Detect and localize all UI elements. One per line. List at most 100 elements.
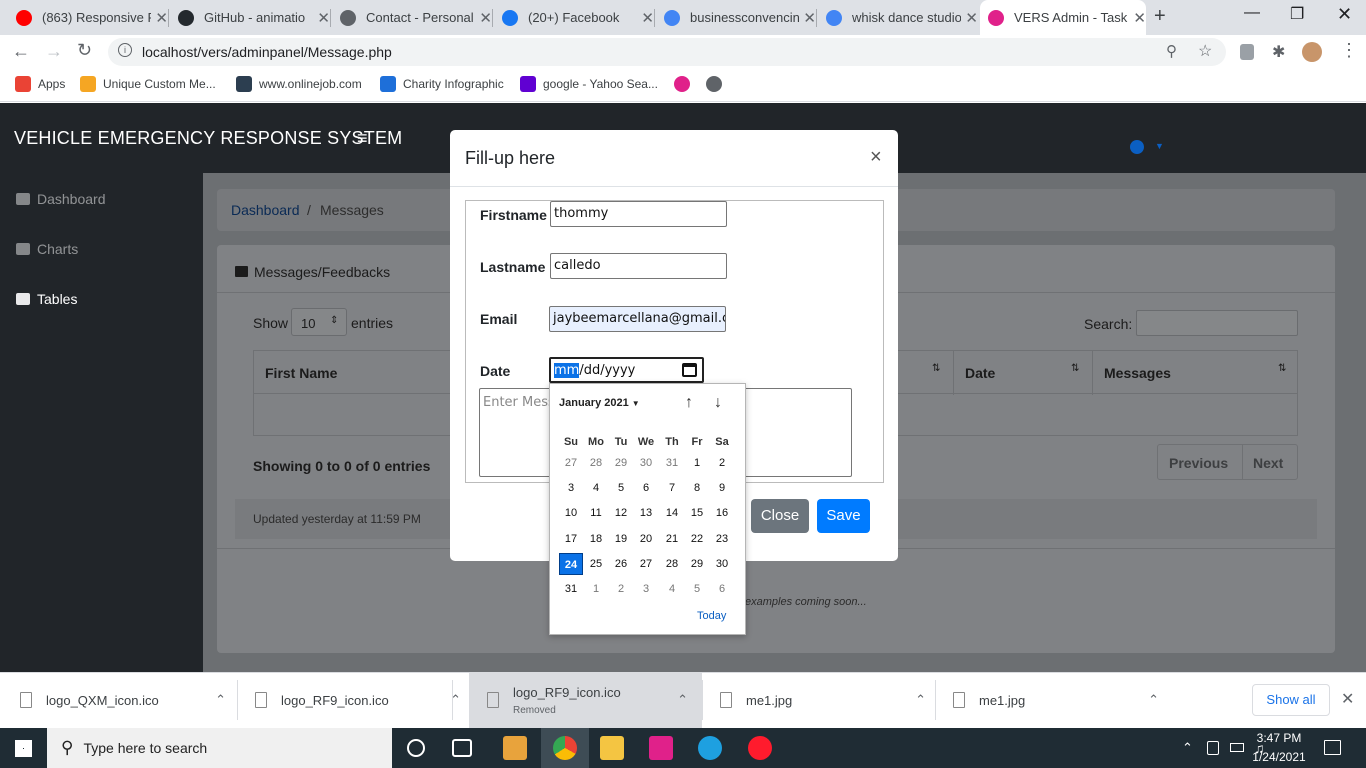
bookmark-item[interactable]: www.onlinejob.com [236,76,362,92]
battery-icon[interactable] [1230,743,1244,752]
calendar-day[interactable]: 31 [660,452,684,474]
shield-icon[interactable] [1240,44,1254,60]
download-chevron-icon[interactable]: ⌃ [677,692,688,708]
task-view-icon[interactable] [452,739,472,757]
calendar-day[interactable]: 30 [634,452,658,474]
sort-icon[interactable]: ⇅ [1071,363,1079,374]
calendar-day[interactable]: 25 [584,553,608,575]
reload-icon[interactable]: ↻ [77,40,92,61]
calendar-day[interactable]: 1 [584,578,608,600]
calendar-day[interactable]: 27 [634,553,658,575]
tab-4[interactable]: (20+) Facebook ✕ [494,0,654,35]
calendar-day[interactable]: 12 [609,502,633,524]
sidebar-item-tables[interactable]: Tables [16,291,77,307]
bookmark-globe-icon[interactable] [706,76,722,92]
star-icon[interactable]: ☆ [1198,41,1212,61]
entries-select[interactable]: 10 ⇕ [291,308,347,336]
close-downloads-icon[interactable]: ✕ [1341,689,1354,709]
calendar-day[interactable]: 22 [685,528,709,550]
bookmark-item[interactable]: Unique Custom Me... [80,76,216,92]
file-explorer-icon[interactable] [600,736,624,760]
arrow-up-icon[interactable]: ↑ [685,394,693,412]
calendar-day[interactable]: 18 [584,528,608,550]
new-tab-button[interactable]: + [1154,5,1166,28]
download-chevron-icon[interactable]: ⌃ [915,692,926,708]
windows-start-icon[interactable] [15,740,32,757]
email-field[interactable]: jaybeemarcellana@gmail.c [549,306,726,332]
show-all-button[interactable]: Show all [1252,684,1330,716]
calendar-day[interactable]: 20 [634,528,658,550]
close-button[interactable]: Close [751,499,809,533]
brand-title[interactable]: VEHICLE EMERGENCY RESPONSE SYSTEM [14,128,402,149]
tab-close-icon[interactable]: ✕ [1133,9,1146,27]
calendar-day[interactable]: 10 [559,502,583,524]
cortana-icon[interactable] [407,739,425,757]
calendar-day[interactable]: 4 [584,477,608,499]
download-item[interactable]: me1.jpg ⌃ [720,672,940,728]
bookmark-vers-icon[interactable] [674,76,690,92]
close-window-icon[interactable]: ✕ [1337,4,1352,25]
download-chevron-icon[interactable]: ⌃ [1148,692,1159,708]
modal-close-icon[interactable]: × [870,146,882,169]
calendar-icon[interactable] [682,363,697,377]
date-rest-segment[interactable]: /dd/yyyy [579,363,635,378]
info-icon[interactable]: i [118,43,132,57]
forward-icon[interactable]: → [45,41,63,62]
download-item[interactable]: logo_RF9_icon.ico ⌃ [255,672,475,728]
sort-icon[interactable]: ⇅ [1278,363,1286,374]
lastname-field[interactable]: calledo [550,253,727,279]
breadcrumb-link-dashboard[interactable]: Dashboard [231,202,300,218]
calendar-day[interactable]: 7 [660,477,684,499]
calendar-day[interactable]: 30 [710,553,734,575]
tab-close-icon[interactable]: ✕ [965,9,978,27]
firstname-field[interactable]: thommy [550,201,727,227]
calendar-day[interactable]: 2 [710,452,734,474]
sidebar-toggle-icon[interactable]: ≡ [357,128,368,149]
calendar-day[interactable]: 5 [609,477,633,499]
tab-close-icon[interactable]: ✕ [317,9,330,27]
calendar-day[interactable]: 16 [710,502,734,524]
bookmark-item[interactable]: Charity Infographic [380,76,504,92]
calendar-day[interactable]: 6 [710,578,734,600]
calendar-day[interactable]: 3 [634,578,658,600]
calendar-day[interactable]: 21 [660,528,684,550]
bookmark-item[interactable]: Apps [15,76,65,92]
previous-button[interactable]: Previous [1169,455,1228,471]
tab-close-icon[interactable]: ✕ [479,9,492,27]
calendar-day[interactable]: 14 [660,502,684,524]
sidebar-item-charts[interactable]: Charts [16,241,78,257]
download-item[interactable]: logo_QXM_icon.ico ⌃ [20,672,240,728]
calendar-day[interactable]: 6 [634,477,658,499]
next-button[interactable]: Next [1253,455,1283,471]
column-first-name[interactable]: First Name [265,365,337,381]
calendar-day[interactable]: 29 [609,452,633,474]
calendar-day[interactable]: 1 [685,452,709,474]
arrow-down-icon[interactable]: ↓ [714,394,722,412]
tab-close-icon[interactable]: ✕ [641,9,654,27]
calendar-day[interactable]: 4 [660,578,684,600]
calendar-day[interactable]: 2 [609,578,633,600]
tab-close-icon[interactable]: ✕ [155,9,168,27]
calendar-day[interactable]: 31 [559,578,583,600]
address-bar[interactable]: i localhost/vers/adminpanel/Message.php … [108,38,1226,66]
download-item[interactable]: me1.jpg ⌃ [953,672,1173,728]
calendar-day[interactable]: 3 [559,477,583,499]
clock-date[interactable]: 1/24/2021 [1250,750,1308,764]
search-input[interactable] [1136,310,1298,336]
sublime-text-icon[interactable] [503,736,527,760]
chrome-icon[interactable] [553,736,577,760]
tab-close-icon[interactable]: ✕ [803,9,816,27]
date-month-segment[interactable]: mm [554,363,580,378]
calendar-day[interactable]: 15 [685,502,709,524]
extensions-icon[interactable]: ✱ [1272,42,1285,62]
zoom-search-icon[interactable]: ⚲ [1166,42,1177,60]
calendar-day[interactable]: 28 [660,553,684,575]
tray-device-icon[interactable] [1207,741,1219,755]
calendar-day[interactable]: 17 [559,528,583,550]
tab-1[interactable]: (863) Responsive P ✕ [8,0,168,35]
date-field[interactable]: mm/dd/yyyy [549,357,704,383]
column-messages[interactable]: Messages [1104,365,1171,381]
today-button[interactable]: Today [697,610,726,622]
download-item[interactable]: logo_RF9_icon.ico Removed ⌃ [469,672,702,728]
calendar-day[interactable]: 27 [559,452,583,474]
